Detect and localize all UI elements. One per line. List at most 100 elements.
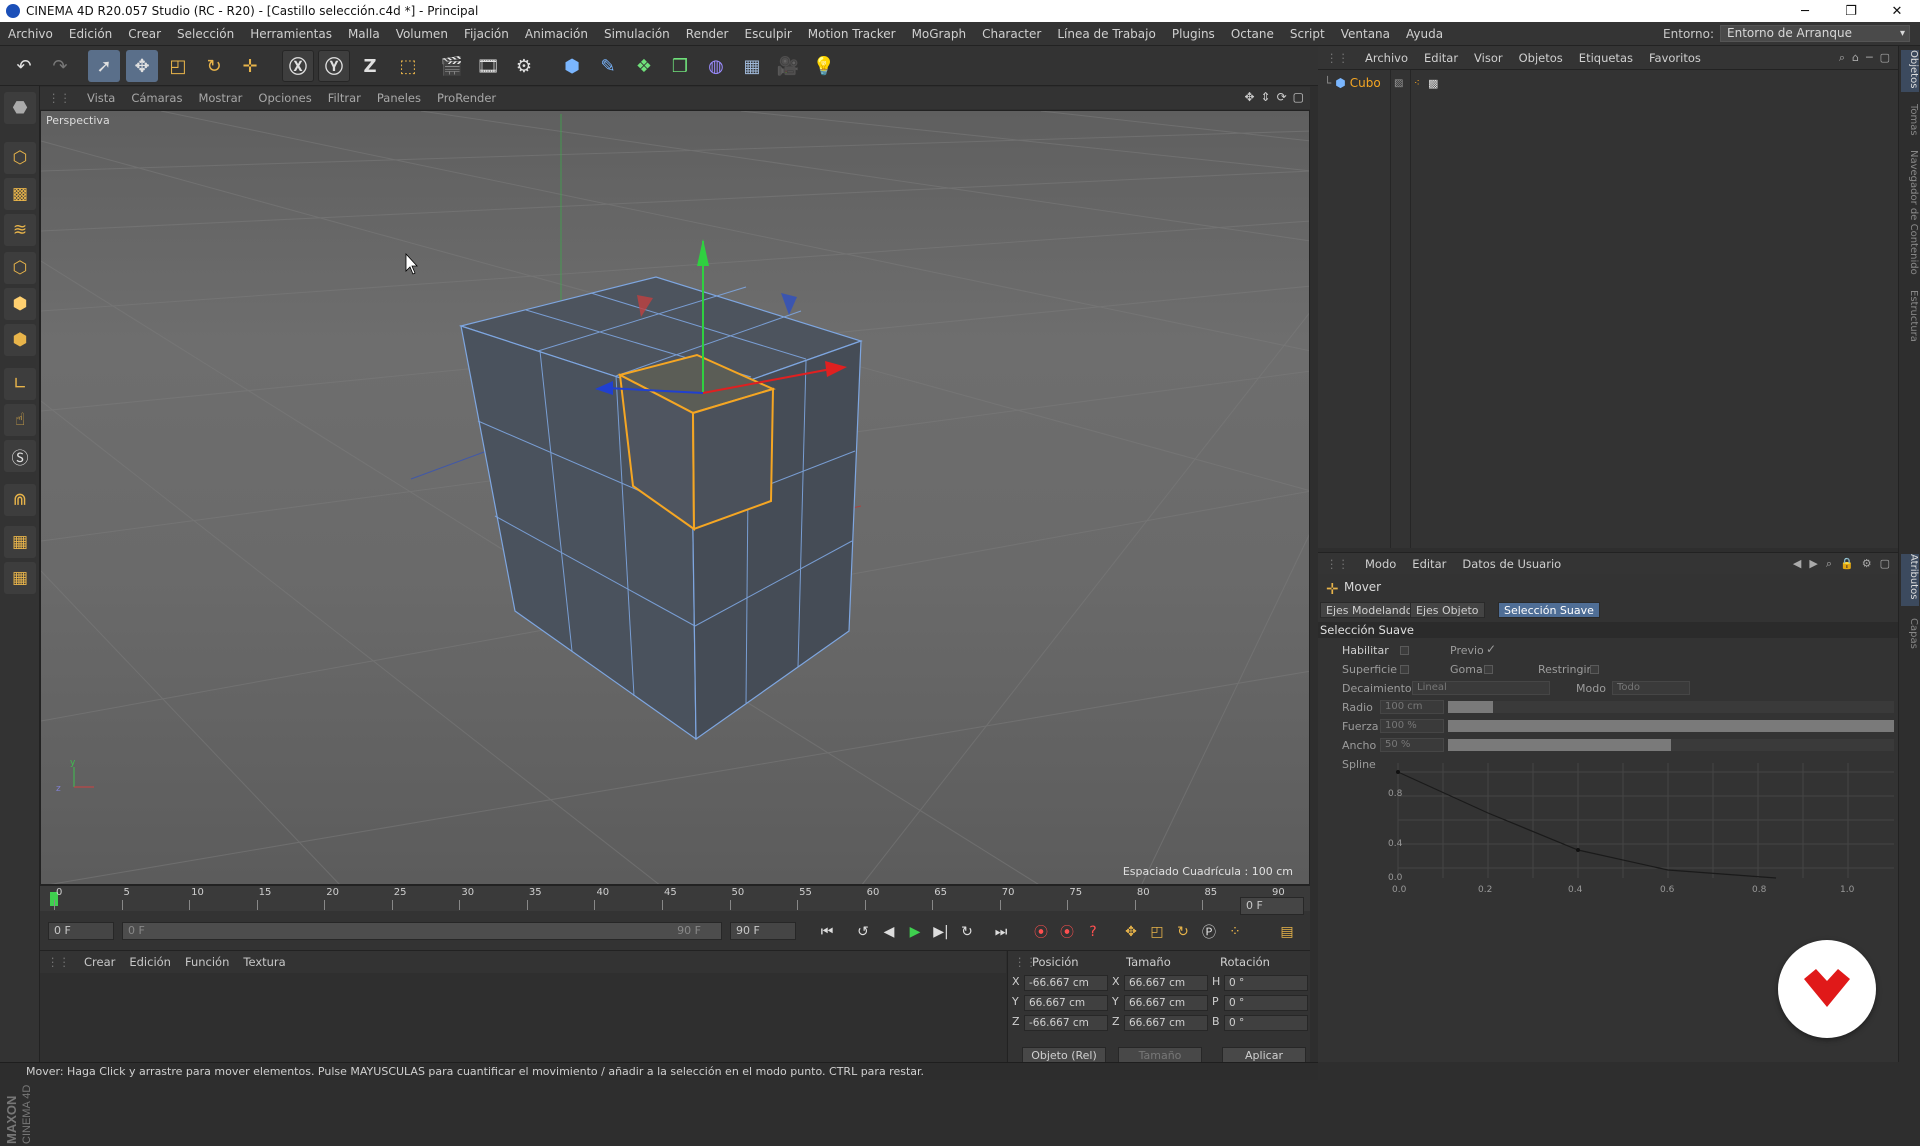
am-search-icon[interactable]: ⌕ [1826,557,1832,571]
rotate-view-icon[interactable]: ⟳ [1277,90,1287,104]
menu-plugins[interactable]: Plugins [1164,27,1223,41]
make-editable-icon[interactable]: ⬣ [4,92,36,124]
spline-point-mid[interactable] [1576,848,1580,852]
goma-checkbox[interactable] [1484,665,1493,674]
rotate-tool-icon[interactable]: ↻ [198,50,230,82]
menu-crear[interactable]: Crear [120,27,169,41]
vtab-objetos[interactable]: Objetos [1901,50,1919,92]
position-y-field[interactable]: 66.667 cm [1024,995,1108,1011]
previous-frame-icon[interactable]: ◀ [878,921,900,943]
viewport-menu-filtrar[interactable]: Filtrar [320,91,369,105]
am-settings-icon[interactable]: ⚙ [1862,557,1872,571]
radio-field[interactable]: 100 cm [1380,700,1444,714]
material-menu-textura[interactable]: Textura [236,955,292,969]
ancho-field[interactable]: 50 % [1380,738,1444,752]
previo-checkbox[interactable]: ✓ [1486,642,1496,656]
rotation-b-field[interactable]: 0 ° [1224,1015,1308,1031]
rotation-h-field[interactable]: 0 ° [1224,975,1308,991]
om-menu-archivo[interactable]: Archivo [1357,51,1416,65]
modo-dropdown[interactable]: Todo [1612,681,1690,695]
menu-volumen[interactable]: Volumen [388,27,456,41]
scale-tool-icon[interactable]: ◰ [162,50,194,82]
size-y-field[interactable]: 66.667 cm [1124,995,1208,1011]
go-to-end-icon[interactable]: ⏭ [990,921,1012,943]
minimize-button[interactable]: ─ [1782,0,1828,22]
menu-archivo[interactable]: Archivo [0,27,61,41]
zoom-view-icon[interactable]: ⇕ [1261,90,1271,104]
magnet-icon[interactable]: ⋒ [4,484,36,516]
am-back-icon[interactable]: ◀ [1793,557,1801,571]
menu-script[interactable]: Script [1282,27,1333,41]
habilitar-checkbox[interactable] [1400,646,1409,655]
menu-fijacion[interactable]: Fijación [456,27,517,41]
next-key-icon[interactable]: ↻ [956,921,978,943]
object-manager[interactable]: └ ⬢ Cubo ▨ ⁖ ▩ [1318,70,1898,548]
close-button[interactable]: ✕ [1874,0,1920,22]
menu-edicion[interactable]: Edición [61,27,120,41]
workplane-mode-icon[interactable]: ≋ [4,214,36,246]
live-selection-icon[interactable]: ➚ [88,50,120,82]
radio-slider[interactable] [1448,701,1894,713]
material-menu-edicion[interactable]: Edición [122,955,178,969]
material-manager-area[interactable] [40,973,1006,1070]
floor-icon[interactable]: ▦ [736,50,768,82]
render-settings-icon[interactable]: ⚙ [508,50,540,82]
menu-seleccion[interactable]: Selección [169,27,242,41]
key-rotation-icon[interactable]: ↻ [1172,921,1194,943]
viewport-menu-paneles[interactable]: Paneles [369,91,429,105]
menu-render[interactable]: Render [678,27,737,41]
superficie-checkbox[interactable] [1400,665,1409,674]
edges-mode-icon[interactable]: ⬢ [4,288,36,320]
axis-mode-icon[interactable]: ∟ [4,368,36,400]
z-axis-lock-icon[interactable]: Z [354,50,386,82]
model-mode-icon[interactable]: ⬡ [4,142,36,174]
om-menu-etiquetas[interactable]: Etiquetas [1571,51,1641,65]
spline-graph[interactable]: 0.8 0.4 0.0 0.0 0.2 0.4 0.6 0.8 1.0 [1388,758,1894,898]
y-axis-lock-icon[interactable]: Ⓨ [318,50,350,82]
record-active-icon[interactable]: ⦿ [1030,921,1052,943]
rotation-p-field[interactable]: 0 ° [1224,995,1308,1011]
light-icon[interactable]: 💡 [808,50,840,82]
menu-motion-tracker[interactable]: Motion Tracker [800,27,904,41]
menu-mograph[interactable]: MoGraph [904,27,975,41]
vtab-atributos[interactable]: Atributos [1901,554,1919,606]
spline-point-start[interactable] [1396,770,1400,774]
fuerza-field[interactable]: 100 % [1380,719,1444,733]
x-axis-lock-icon[interactable]: Ⓧ [282,50,314,82]
menu-ayuda[interactable]: Ayuda [1398,27,1451,41]
om-menu-favoritos[interactable]: Favoritos [1641,51,1709,65]
points-mode-icon[interactable]: ⬡ [4,252,36,284]
previous-key-icon[interactable]: ↺ [852,921,874,943]
environment-dropdown[interactable]: Entorno de Arranque [1720,25,1910,42]
timeline-window-icon[interactable]: ▤ [1276,921,1298,943]
menu-ventana[interactable]: Ventana [1333,27,1398,41]
coordinate-system-icon[interactable]: ⬚ [392,50,424,82]
timeline-ruler[interactable]: 0 5 10 15 20 25 30 35 40 45 50 55 60 65 70 75 80 85 90 [40,885,1310,911]
menu-esculpir[interactable]: Esculpir [737,27,800,41]
material-menu-crear[interactable]: Crear [77,955,122,969]
frame-range-slider[interactable]: 0 F 90 F [122,922,722,940]
tab-ejes-modelando[interactable]: Ejes Modelando [1320,602,1419,618]
am-menu-editar[interactable]: Editar [1404,557,1454,571]
ancho-slider[interactable] [1448,739,1894,751]
size-x-field[interactable]: 66.667 cm [1124,975,1208,991]
decaimiento-dropdown[interactable]: Lineal [1412,681,1550,695]
undo-icon[interactable]: ↶ [8,50,40,82]
size-z-field[interactable]: 66.667 cm [1124,1015,1208,1031]
maximize-button[interactable]: ❐ [1828,0,1874,22]
go-to-start-icon[interactable]: ⏮ [816,921,838,943]
fuerza-slider[interactable] [1448,720,1894,732]
tab-ejes-objeto[interactable]: Ejes Objeto [1410,602,1485,618]
am-new-window-icon[interactable]: ▢ [1880,557,1890,571]
tab-seleccion-suave[interactable]: Selección Suave [1498,602,1600,618]
om-menu-objetos[interactable]: Objetos [1511,51,1571,65]
render-view-icon[interactable]: 🎬 [436,50,468,82]
vtab-estructura[interactable]: Estructura [1901,290,1919,352]
spline-pen-icon[interactable]: ✎ [592,50,624,82]
menu-linea-de-trabajo[interactable]: Línea de Trabajo [1049,27,1164,41]
vtab-capas[interactable]: Capas [1901,618,1919,652]
deformer-icon[interactable]: ◍ [700,50,732,82]
object-name[interactable]: Cubo [1350,76,1381,90]
menu-malla[interactable]: Malla [340,27,388,41]
keyframe-selection-icon[interactable]: ? [1082,921,1104,943]
